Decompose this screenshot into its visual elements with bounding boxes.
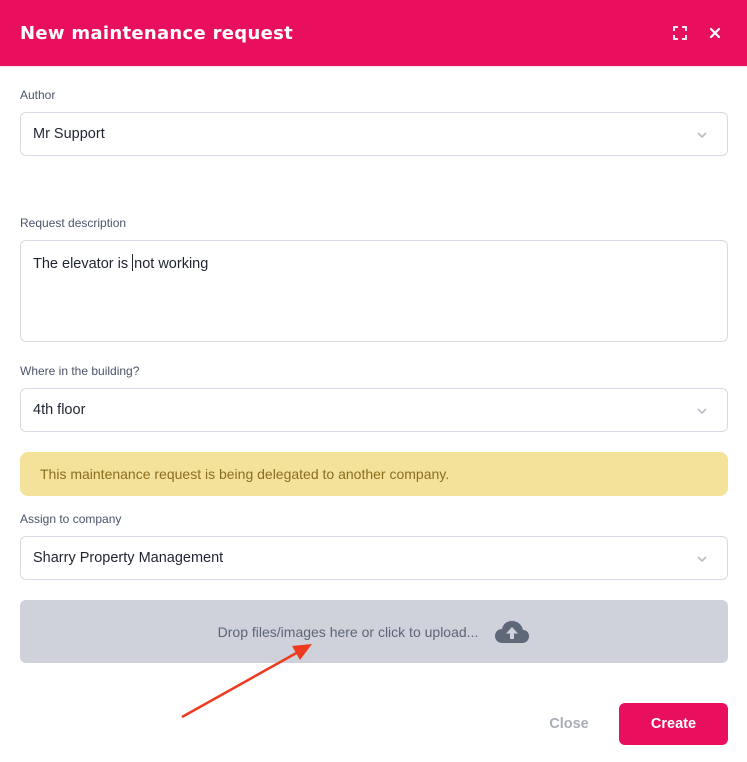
chevron-down-icon (697, 132, 707, 139)
description-text-before: The elevator is (33, 256, 133, 272)
expand-icon[interactable] (669, 22, 691, 44)
close-button[interactable]: Close (532, 704, 606, 744)
description-text-after: not working (134, 256, 209, 272)
description-label: Request description (20, 216, 127, 230)
company-label: Assign to company (20, 512, 122, 526)
company-select[interactable]: Sharry Property Management (20, 536, 728, 580)
delegation-notice-text: This maintenance request is being delega… (40, 466, 450, 482)
dropzone-text: Drop files/images here or click to uploa… (217, 623, 479, 640)
modal-title: New maintenance request (20, 22, 293, 44)
author-label: Author (20, 88, 56, 102)
location-select[interactable]: 4th floor (20, 388, 728, 432)
text-caret (132, 254, 134, 271)
chevron-down-icon (697, 556, 707, 563)
header-divider (0, 66, 747, 67)
author-select[interactable]: Mr Support (20, 112, 728, 156)
location-value: 4th floor (33, 402, 86, 418)
location-label: Where in the building? (20, 364, 140, 378)
close-icon[interactable] (704, 22, 726, 44)
company-value: Sharry Property Management (33, 550, 224, 566)
chevron-down-icon (697, 408, 707, 415)
modal-header: New maintenance request (0, 0, 747, 66)
cloud-upload-icon (495, 620, 530, 643)
create-button[interactable]: Create (619, 703, 728, 745)
delegation-notice: This maintenance request is being delega… (20, 452, 728, 496)
author-value: Mr Support (33, 126, 105, 142)
file-dropzone[interactable]: Drop files/images here or click to uploa… (20, 600, 728, 663)
description-textarea[interactable]: The elevator is not working (20, 240, 728, 342)
